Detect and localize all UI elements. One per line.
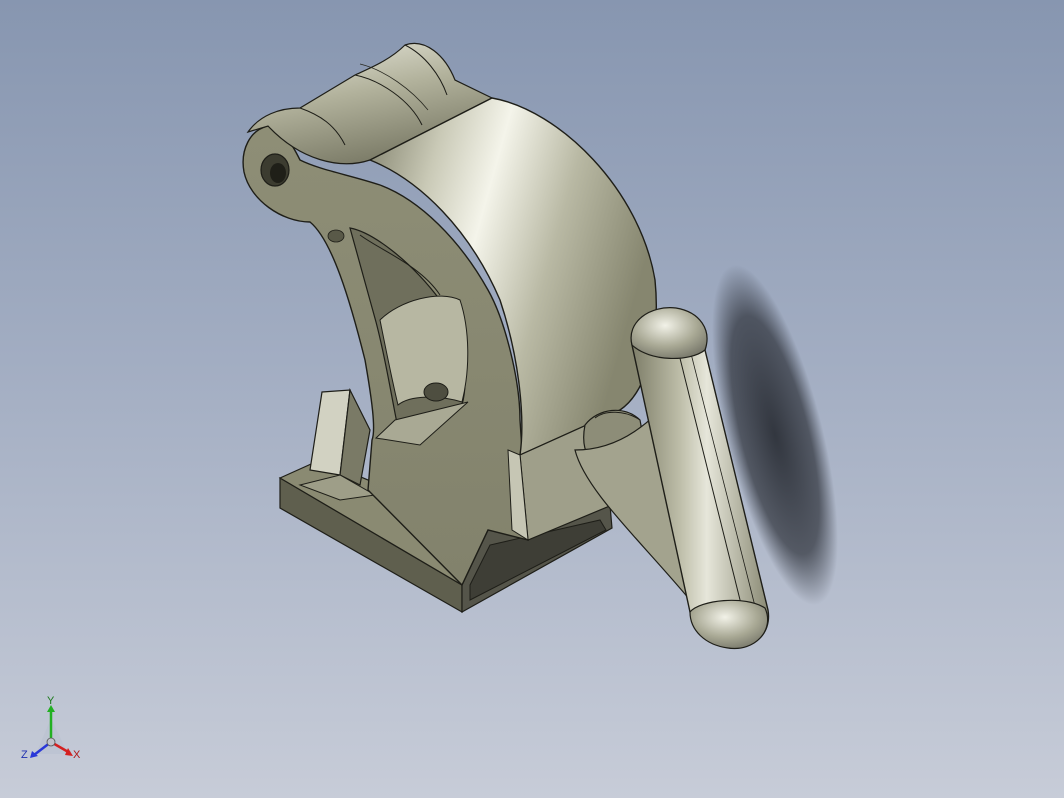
orientation-triad[interactable]: Y X Z (18, 696, 88, 770)
y-axis-label: Y (47, 695, 55, 707)
part-model[interactable] (0, 0, 1064, 798)
z-axis-label: Z (21, 749, 28, 761)
x-axis-label: X (73, 749, 81, 761)
graphics-viewport[interactable]: Y X Z (0, 0, 1064, 798)
